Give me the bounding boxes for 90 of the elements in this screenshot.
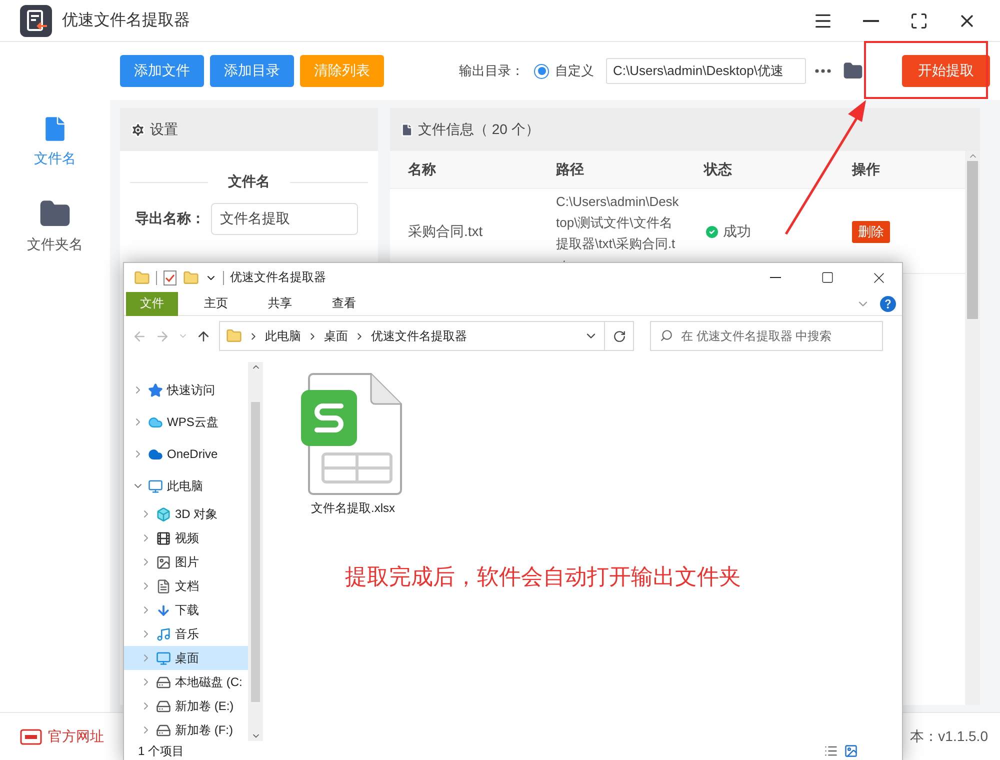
scrollbar-thumb[interactable]: [251, 402, 260, 702]
tree-item[interactable]: 本地磁盘 (C:: [124, 670, 248, 694]
up-icon[interactable]: [196, 328, 211, 344]
table-cell-text: 采购合同.txt: [407, 223, 484, 241]
app-title: 优速文件名提取器: [62, 10, 190, 31]
search-field[interactable]: 在 优速文件名提取器 中搜索: [650, 321, 883, 351]
window-title: 优速文件名提取器: [230, 269, 326, 286]
app-logo-icon: [20, 4, 52, 36]
tree-item[interactable]: 3D 对象: [124, 502, 248, 526]
monitor-icon: [148, 478, 163, 494]
file-icon: [400, 122, 414, 136]
files-title: 文件信息（ 20 个）: [418, 120, 540, 138]
status-text: 1 个项目: [138, 742, 184, 760]
tree-item[interactable]: 新加卷 (F:): [124, 718, 248, 741]
settings-title: 设置: [150, 120, 178, 138]
file-item[interactable]: 文件名提取.xlsx: [303, 372, 403, 517]
star-icon: [148, 382, 163, 398]
scrollbar[interactable]: [965, 151, 980, 705]
fullscreen-icon: [910, 12, 928, 30]
scrollbar-thumb[interactable]: [967, 161, 978, 319]
folder-icon: [226, 328, 242, 344]
column-header: 状态: [702, 160, 733, 178]
address-bar[interactable]: 此电脑 桌面 优速文件名提取器: [219, 321, 605, 351]
help-icon[interactable]: [880, 296, 896, 312]
download-icon: [156, 602, 171, 618]
tree-item[interactable]: 视频: [124, 526, 248, 550]
tree-item[interactable]: WPS云盘: [124, 406, 248, 438]
website-icon: [20, 728, 42, 744]
image-icon: [156, 554, 171, 570]
thumbnail-view-icon[interactable]: [844, 744, 858, 758]
column-header: 名称: [406, 160, 437, 178]
ribbon-tab[interactable]: 查看: [318, 292, 370, 316]
tree-item[interactable]: 文档: [124, 574, 248, 598]
input-field[interactable]: 文件名提取: [211, 203, 358, 235]
output-path-field[interactable]: C:\Users\admin\Desktop\优速: [606, 58, 806, 84]
monitor-icon: [156, 650, 171, 666]
drive-icon: [156, 722, 171, 738]
folder-icon[interactable]: [134, 270, 150, 286]
music-icon: [156, 626, 171, 642]
breadcrumb-item[interactable]: 桌面: [324, 328, 348, 344]
tree-item[interactable]: 音乐: [124, 622, 248, 646]
breadcrumb-item[interactable]: 此电脑: [265, 328, 301, 344]
checklist-icon[interactable]: [163, 270, 177, 286]
tree-item[interactable]: 桌面: [124, 646, 248, 670]
field-label: 导出名称：: [135, 210, 205, 228]
details-view-icon[interactable]: [824, 744, 838, 758]
scrollbar[interactable]: [248, 362, 263, 741]
folder-icon: [843, 61, 863, 81]
ellipsis-icon: [815, 69, 831, 73]
delete-button[interactable]: 删除: [852, 221, 890, 243]
output-label: 输出目录：: [459, 62, 524, 80]
tree-item[interactable]: 下载: [124, 598, 248, 622]
drive-icon: [156, 674, 171, 690]
minimize-icon: [863, 20, 879, 22]
tree-item[interactable]: 此电脑: [124, 470, 248, 502]
annotation-text: 提取完成后，软件会自动打开输出文件夹: [345, 563, 741, 591]
refresh-button[interactable]: [605, 321, 634, 351]
ribbon-tab[interactable]: 共享: [254, 292, 306, 316]
film-icon: [156, 530, 171, 546]
success-icon: [704, 224, 720, 240]
minimize-icon: [770, 277, 780, 278]
ribbon-tab[interactable]: 主页: [190, 292, 242, 316]
cloud-icon: [148, 414, 163, 430]
radio-label: 自定义: [555, 62, 594, 80]
breadcrumb-item[interactable]: 优速文件名提取器: [371, 328, 467, 344]
start-button[interactable]: 开始提取: [902, 55, 990, 87]
website-link[interactable]: 官方网址: [48, 728, 104, 746]
tree-item[interactable]: OneDrive: [124, 438, 248, 470]
status-text: 成功: [723, 223, 751, 241]
search-icon: [660, 329, 673, 342]
more-button[interactable]: [812, 69, 834, 73]
forward-icon[interactable]: [155, 328, 170, 344]
spreadsheet-file-icon: [301, 372, 405, 496]
maximize-icon: [820, 271, 834, 284]
cloud-icon: [148, 446, 163, 462]
column-header: 路径: [555, 160, 585, 178]
radio-button[interactable]: [534, 64, 549, 78]
back-icon[interactable]: [132, 328, 147, 344]
cube-icon: [156, 506, 171, 522]
folder-icon[interactable]: [183, 270, 199, 286]
column-header: 操作: [850, 160, 881, 178]
settings-icon: [130, 122, 146, 138]
tree-item[interactable]: 新加卷 (E:): [124, 694, 248, 718]
document-icon: [156, 578, 171, 594]
tree-item[interactable]: 快速访问: [124, 374, 248, 406]
refresh-icon: [612, 330, 626, 342]
nav-item[interactable]: 文件夹名: [27, 198, 83, 254]
section-title: 文件名: [120, 151, 378, 203]
tree-item[interactable]: 图片: [124, 550, 248, 574]
drive-icon: [156, 698, 171, 714]
